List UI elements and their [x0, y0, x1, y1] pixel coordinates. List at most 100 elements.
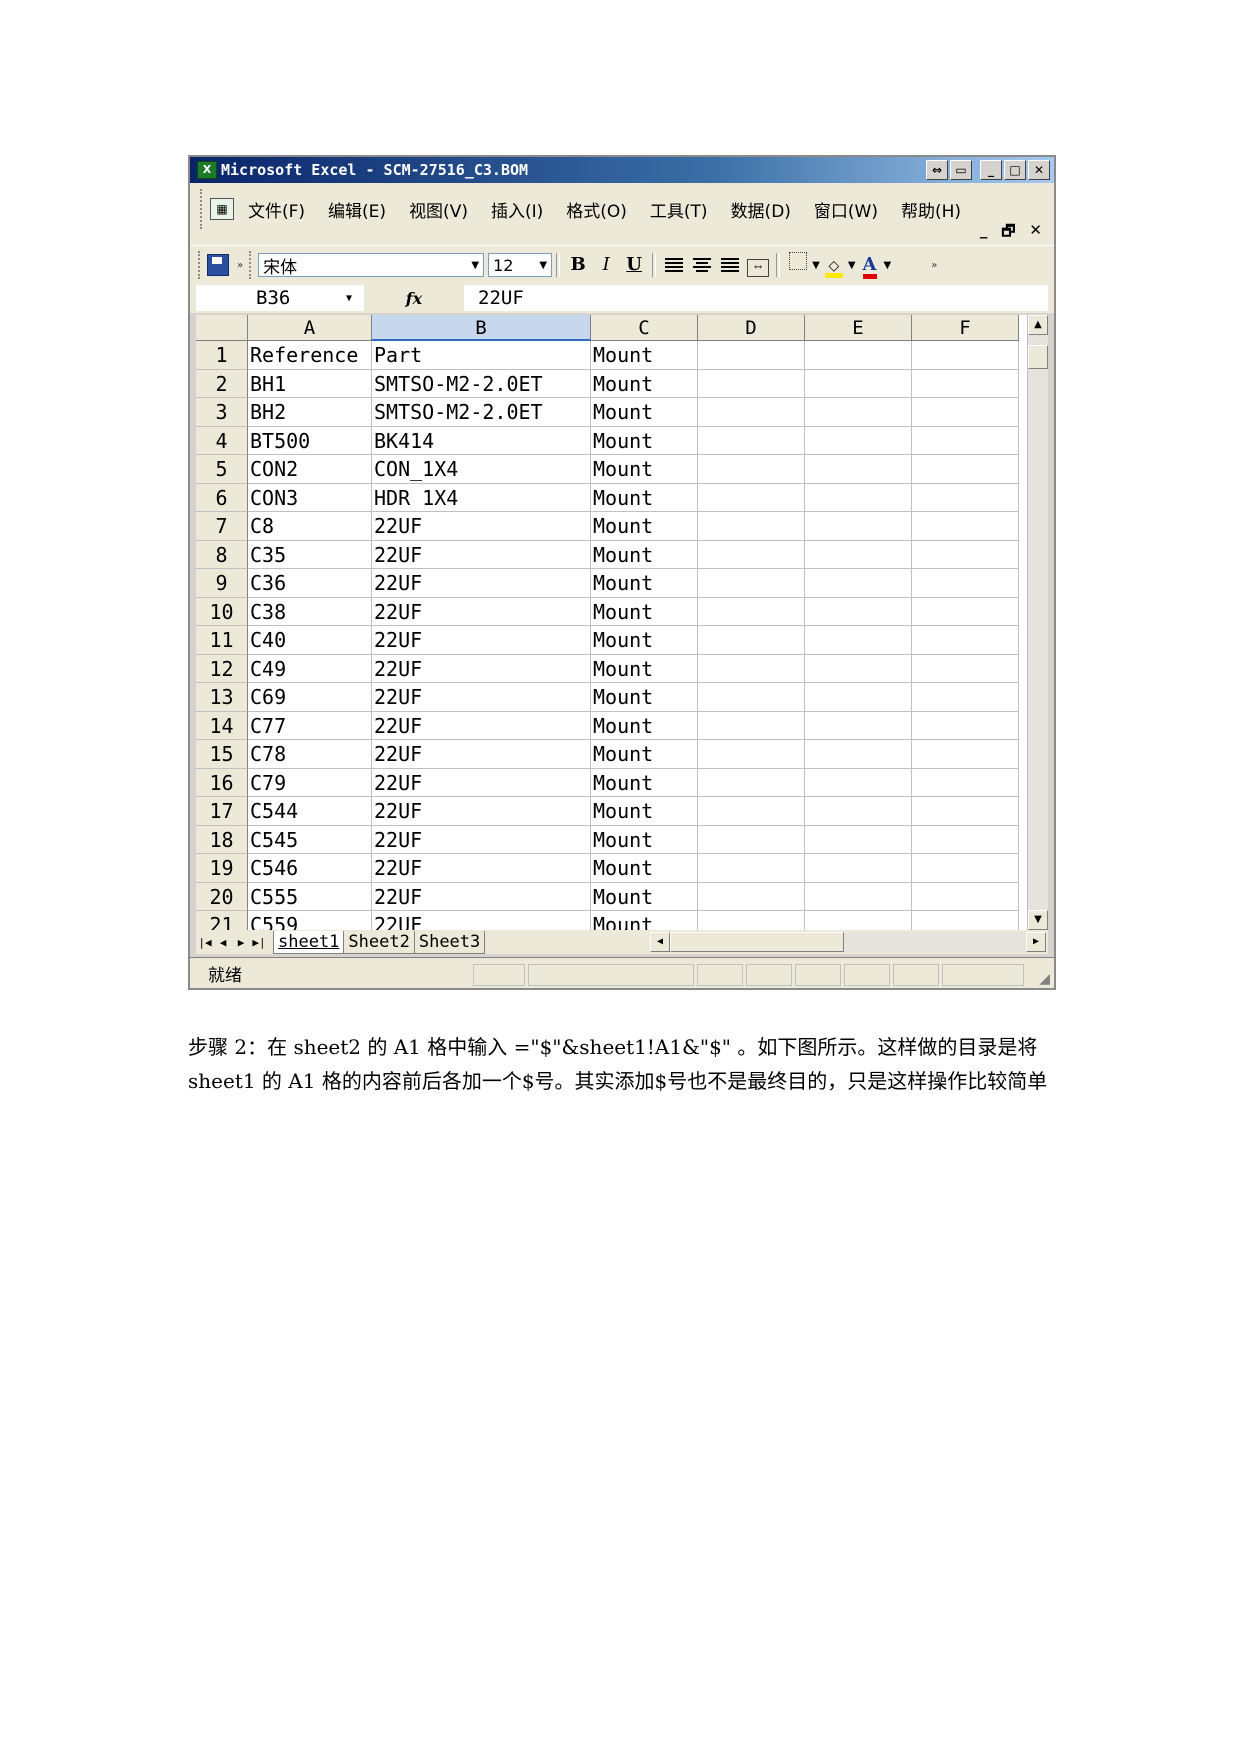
cell-e[interactable] — [805, 825, 912, 854]
save-icon[interactable] — [207, 254, 229, 276]
cell-f[interactable] — [912, 854, 1019, 883]
cell-a[interactable]: C35 — [248, 540, 372, 569]
chevron-down-icon[interactable]: ▼ — [848, 260, 856, 271]
doc-minimize-icon[interactable]: _ — [980, 221, 988, 246]
tab-sheet1[interactable]: sheet1 — [273, 930, 345, 954]
cell-b[interactable]: 22UF — [372, 512, 591, 541]
cell-b[interactable]: 22UF — [372, 569, 591, 598]
cell-c[interactable]: Mount — [591, 740, 698, 769]
row-header[interactable]: 6 — [196, 483, 248, 512]
cell-c[interactable]: Mount — [591, 711, 698, 740]
row-header[interactable]: 10 — [196, 597, 248, 626]
cell-e[interactable] — [805, 768, 912, 797]
scroll-right-icon[interactable]: ▶ — [1026, 932, 1046, 952]
worksheet-grid[interactable]: A B C D E F 1 Reference Part Mount 2 BH1 SMTSO… — [196, 315, 1048, 930]
italic-button[interactable]: I — [592, 252, 620, 278]
toolbar-grip[interactable] — [198, 251, 203, 279]
row-header[interactable]: 1 — [196, 341, 248, 370]
menu-file[interactable]: 文件(F) — [248, 197, 305, 222]
tab-sheet2[interactable]: Sheet2 — [343, 930, 415, 954]
cell-f[interactable] — [912, 398, 1019, 427]
hscroll-thumb[interactable] — [670, 932, 844, 952]
toolbar-options-icon[interactable]: » — [237, 260, 243, 271]
cell-b[interactable]: 22UF — [372, 911, 591, 930]
cell-f[interactable] — [912, 882, 1019, 911]
cell-d[interactable] — [698, 911, 805, 930]
row-header[interactable]: 2 — [196, 369, 248, 398]
cell-f[interactable] — [912, 825, 1019, 854]
cell-d[interactable] — [698, 882, 805, 911]
cell-b[interactable]: 22UF — [372, 768, 591, 797]
cell-b[interactable]: 22UF — [372, 597, 591, 626]
cell-e[interactable] — [805, 797, 912, 826]
cell-d[interactable] — [698, 426, 805, 455]
cell-e[interactable] — [805, 512, 912, 541]
cell-c[interactable]: Mount — [591, 483, 698, 512]
cell-b[interactable]: 22UF — [372, 797, 591, 826]
cell-c[interactable]: Mount — [591, 626, 698, 655]
cell-e[interactable] — [805, 683, 912, 712]
cell-d[interactable] — [698, 854, 805, 883]
cell-d[interactable] — [698, 512, 805, 541]
row-header[interactable]: 12 — [196, 654, 248, 683]
cell-a[interactable]: C79 — [248, 768, 372, 797]
cell-d[interactable] — [698, 711, 805, 740]
cell-a[interactable]: BH2 — [248, 398, 372, 427]
maximize-icon[interactable]: □ — [1004, 160, 1026, 180]
menu-tools[interactable]: 工具(T) — [650, 197, 708, 222]
font-size-select[interactable]: 12 ▼ — [488, 253, 553, 277]
cell-b[interactable]: 22UF — [372, 654, 591, 683]
row-header[interactable]: 18 — [196, 825, 248, 854]
cell-c[interactable]: Mount — [591, 341, 698, 370]
cell-c[interactable]: Mount — [591, 768, 698, 797]
menu-edit[interactable]: 编辑(E) — [328, 197, 386, 222]
formula-input[interactable]: 22UF — [464, 285, 1048, 311]
cell-e[interactable] — [805, 740, 912, 769]
cell-a[interactable]: C69 — [248, 683, 372, 712]
restore-icon[interactable]: ⇔ — [926, 160, 948, 180]
cell-d[interactable] — [698, 597, 805, 626]
doc-close-icon[interactable]: ✕ — [1029, 221, 1042, 246]
cell-f[interactable] — [912, 911, 1019, 930]
cell-d[interactable] — [698, 569, 805, 598]
cell-f[interactable] — [912, 711, 1019, 740]
select-all-corner[interactable] — [196, 315, 248, 341]
copy-window-icon[interactable]: ▭ — [950, 160, 972, 180]
cell-c[interactable]: Mount — [591, 654, 698, 683]
menu-insert[interactable]: 插入(I) — [491, 197, 543, 222]
row-header[interactable]: 13 — [196, 683, 248, 712]
column-header-f[interactable]: F — [912, 315, 1019, 341]
menu-help[interactable]: 帮助(H) — [901, 197, 961, 222]
toolbar-options-icon[interactable]: » — [931, 260, 937, 271]
align-right-icon[interactable] — [716, 252, 744, 278]
cell-f[interactable] — [912, 683, 1019, 712]
cell-c[interactable]: Mount — [591, 597, 698, 626]
cell-c[interactable]: Mount — [591, 369, 698, 398]
cell-b[interactable]: CON_1X4 — [372, 455, 591, 484]
chevron-down-icon[interactable]: ▼ — [346, 293, 352, 304]
column-header-d[interactable]: D — [698, 315, 805, 341]
cell-d[interactable] — [698, 455, 805, 484]
cell-b[interactable]: HDR 1X4 — [372, 483, 591, 512]
font-name-select[interactable]: 宋体 ▼ — [258, 253, 485, 278]
cell-b[interactable]: Part — [372, 341, 591, 370]
cell-d[interactable] — [698, 797, 805, 826]
doc-restore-icon[interactable]: 🗗 — [1001, 221, 1015, 246]
column-header-e[interactable]: E — [805, 315, 912, 341]
cell-a[interactable]: CON2 — [248, 455, 372, 484]
scroll-up-icon[interactable]: ▲ — [1028, 315, 1048, 335]
chevron-down-icon[interactable]: ▼ — [812, 260, 820, 271]
cell-a[interactable]: Reference — [248, 341, 372, 370]
row-header[interactable]: 14 — [196, 711, 248, 740]
cell-d[interactable] — [698, 654, 805, 683]
cell-d[interactable] — [698, 540, 805, 569]
cell-f[interactable] — [912, 597, 1019, 626]
cell-e[interactable] — [805, 369, 912, 398]
cell-c[interactable]: Mount — [591, 797, 698, 826]
cell-f[interactable] — [912, 426, 1019, 455]
cell-e[interactable] — [805, 654, 912, 683]
cell-f[interactable] — [912, 483, 1019, 512]
borders-icon[interactable] — [784, 252, 812, 278]
cell-e[interactable] — [805, 455, 912, 484]
cell-f[interactable] — [912, 569, 1019, 598]
